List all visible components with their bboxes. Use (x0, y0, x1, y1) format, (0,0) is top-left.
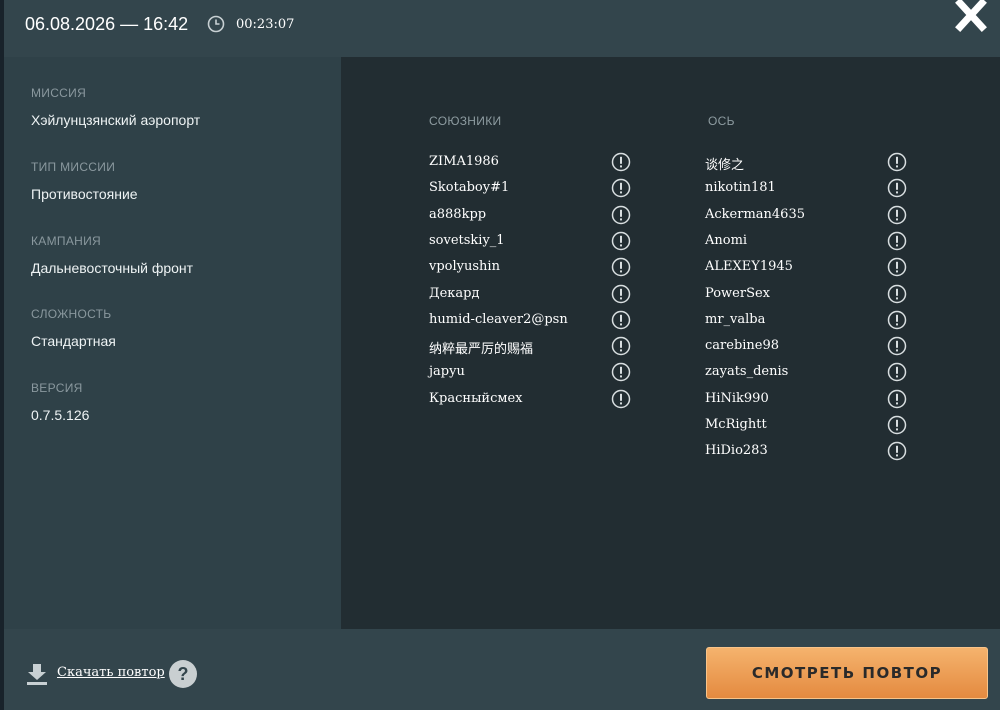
axis-player-name[interactable]: PowerSex (705, 286, 770, 301)
report-warning-icon[interactable] (887, 336, 907, 356)
allies-player-name[interactable]: ZIMA1986 (429, 154, 499, 169)
allies-player-name[interactable]: 纳粹最严厉的赐福 (429, 338, 533, 357)
allies-player-name[interactable]: Декард (429, 286, 479, 301)
allies-player-name[interactable]: a888kpp (429, 207, 486, 222)
mission-type-value: Противостояние (31, 186, 138, 202)
axis-player-name[interactable]: 谈修之 (705, 154, 744, 173)
report-warning-icon[interactable] (611, 178, 631, 198)
report-warning-icon[interactable] (611, 310, 631, 330)
teams-panel: СОЮЗНИКИ ОСЬ ZIMA1986 Skotaboy#1 a888kpp so… (341, 57, 1000, 629)
report-warning-icon[interactable] (611, 205, 631, 225)
allies-title: СОЮЗНИКИ (429, 114, 502, 128)
allies-player-name[interactable]: Красныйсмех (429, 391, 523, 406)
report-warning-icon[interactable] (611, 389, 631, 409)
report-warning-icon[interactable] (611, 231, 631, 251)
clock-icon (207, 15, 225, 33)
difficulty-value: Стандартная (31, 333, 116, 349)
version-value: 0.7.5.126 (31, 407, 90, 423)
report-warning-icon[interactable] (887, 205, 907, 225)
report-warning-icon[interactable] (611, 362, 631, 382)
report-warning-icon[interactable] (887, 362, 907, 382)
allies-player-name[interactable]: sovetskiy_1 (429, 233, 505, 248)
battle-date-time: 06.08.2026 — 16:42 (25, 14, 189, 34)
help-button[interactable]: ? (169, 660, 197, 688)
allies-player-name[interactable]: humid-cleaver2@psn (429, 312, 568, 327)
report-warning-icon[interactable] (887, 415, 907, 435)
report-warning-icon[interactable] (887, 231, 907, 251)
mission-value: Хэйлунцзянский аэропорт (31, 112, 201, 128)
report-warning-icon[interactable] (887, 178, 907, 198)
axis-player-name[interactable]: McRightt (705, 417, 767, 432)
report-warning-icon[interactable] (887, 152, 907, 172)
download-icon[interactable] (26, 662, 48, 686)
footer-bar: Скачать повтор ? СМОТРЕТЬ ПОВТОР (4, 629, 1000, 710)
axis-player-name[interactable]: mr_valba (705, 312, 765, 327)
report-warning-icon[interactable] (887, 284, 907, 304)
axis-player-name[interactable]: ALEXEY1945 (705, 259, 793, 274)
difficulty-label: СЛОЖНОСТЬ (31, 307, 112, 321)
campaign-value: Дальневосточный фронт (31, 260, 194, 276)
header-bar: 06.08.2026 — 16:42 00:23:07 (4, 0, 1000, 57)
axis-player-name[interactable]: Anomi (705, 233, 747, 248)
version-label: ВЕРСИЯ (31, 381, 83, 395)
axis-player-name[interactable]: carebine98 (705, 338, 779, 353)
watch-replay-button[interactable]: СМОТРЕТЬ ПОВТОР (706, 647, 988, 699)
report-warning-icon[interactable] (887, 441, 907, 461)
mission-type-label: ТИП МИССИИ (31, 160, 116, 174)
download-replay-link[interactable]: Скачать повтор (57, 665, 165, 680)
report-warning-icon[interactable] (611, 284, 631, 304)
report-warning-icon[interactable] (887, 257, 907, 277)
axis-player-name[interactable]: HiDio283 (705, 443, 768, 458)
axis-player-name[interactable]: zayats_denis (705, 364, 788, 379)
report-warning-icon[interactable] (611, 336, 631, 356)
report-warning-icon[interactable] (611, 152, 631, 172)
report-warning-icon[interactable] (887, 389, 907, 409)
campaign-label: КАМПАНИЯ (31, 234, 101, 248)
mission-info-panel: МИССИЯ Хэйлунцзянский аэропорт ТИП МИССИ… (4, 57, 341, 629)
mission-label: МИССИЯ (31, 86, 87, 100)
axis-player-name[interactable]: Ackerman4635 (705, 207, 805, 222)
battle-duration: 00:23:07 (236, 17, 295, 32)
allies-player-name[interactable]: japyu (429, 364, 465, 379)
axis-player-name[interactable]: nikotin181 (705, 180, 776, 195)
allies-player-name[interactable]: Skotaboy#1 (429, 180, 509, 195)
allies-player-name[interactable]: vpolyushin (429, 259, 500, 274)
close-icon[interactable] (952, 0, 990, 32)
axis-player-name[interactable]: HiNik990 (705, 391, 769, 406)
report-warning-icon[interactable] (887, 310, 907, 330)
axis-title: ОСЬ (708, 114, 735, 128)
report-warning-icon[interactable] (611, 257, 631, 277)
